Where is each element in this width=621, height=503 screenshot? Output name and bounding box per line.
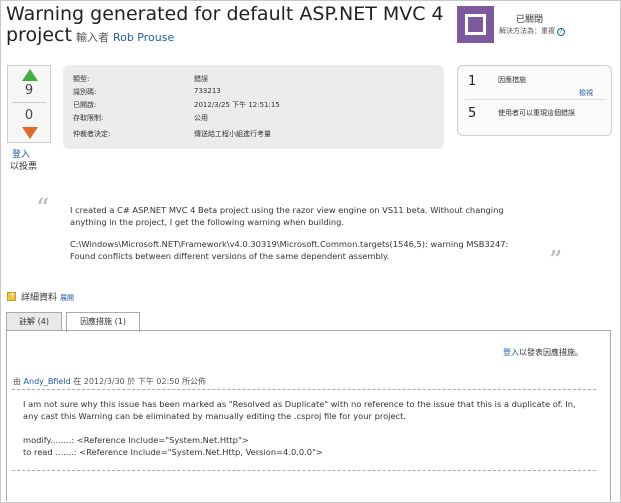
login-to-vote-suffix: 以投票: [10, 162, 38, 172]
description-line: Found conflicts between different versio…: [70, 251, 390, 261]
post-divider: [12, 389, 596, 390]
help-icon[interactable]: ?: [557, 28, 565, 36]
meta-prefix: 由: [13, 377, 21, 386]
vote-down-icon[interactable]: [22, 127, 38, 139]
status-label: 已關閉: [516, 15, 544, 25]
detail-label: 仲裁者決定:: [73, 130, 111, 138]
open-quote-icon: “: [36, 194, 50, 224]
detail-label: 已開啟:: [73, 101, 97, 109]
workaround-line: modify........: <Reference Include="Syst…: [23, 435, 249, 445]
detail-value: 傳送給工程小組進行考量: [194, 130, 271, 138]
vote-up-count: 9: [24, 83, 34, 98]
expand-link[interactable]: 展開: [60, 294, 74, 302]
description-line: anything in the project, I get the follo…: [70, 217, 345, 227]
page-title: Warning generated for default ASP.NET MV…: [6, 4, 446, 48]
post-workaround-prompt: 登入以發表因應措施。: [503, 347, 583, 358]
workarounds-summary: 1 因應措施 檢視 5 使用者可以重現這個錯誤: [457, 65, 612, 136]
workaround-line: I am not sure why this issue has been ma…: [23, 399, 576, 409]
post-end-divider: [12, 470, 596, 471]
tab-comments[interactable]: 註解 (4): [6, 312, 62, 331]
more-details-label: 詳細資料: [21, 293, 58, 303]
resolution-label: 解決方法為：重複: [499, 27, 555, 35]
post-workaround-suffix: 以發表因應措施。: [519, 348, 583, 357]
author-link[interactable]: Rob Prouse: [113, 31, 174, 44]
vote-up-icon[interactable]: [22, 69, 38, 81]
detail-row-moderator: 仲裁者決定: 傳送給工程小組進行考量: [73, 129, 271, 139]
tab-workarounds[interactable]: 因應措施 (1): [66, 312, 140, 332]
workaround-line: any cast this Warning can be eliminated …: [23, 411, 407, 421]
poster-link[interactable]: Andy_Bfield: [24, 377, 71, 386]
detail-value: 733213: [194, 87, 221, 95]
detail-label: 存取限制:: [73, 114, 104, 122]
detail-value: 錯誤: [194, 75, 208, 83]
resolution-text: 解決方法為：重複?: [499, 26, 565, 36]
workarounds-divider: [465, 99, 605, 100]
detail-value: 2012/3/25 下午 12:51:15: [194, 101, 280, 109]
post-meta: 由 Andy_Bfield 在 2012/3/30 於 下午 02:50 所公佈: [13, 376, 206, 387]
vote-panel: 9 0: [7, 65, 51, 143]
more-details-toggle[interactable]: 詳細資料展開: [7, 290, 74, 303]
workaround-count: 1: [468, 74, 477, 89]
login-link[interactable]: 登入: [503, 348, 519, 357]
issue-title: Warning generated for default ASP.NET MV…: [6, 3, 444, 46]
view-workarounds-link[interactable]: 檢視: [579, 88, 593, 98]
repro-label: 使用者可以重現這個錯誤: [498, 109, 575, 117]
detail-row-opened: 已開啟: 2012/3/25 下午 12:51:15: [73, 100, 280, 110]
close-quote-icon: ”: [549, 246, 563, 276]
issue-details-panel: 類型: 錯誤 識別碼: 733213 已開啟: 2012/3/25 下午 12:51:…: [63, 65, 444, 149]
vote-down-count: 0: [24, 108, 34, 123]
expand-plus-icon[interactable]: [7, 290, 16, 301]
workaround-label: 因應措施: [498, 76, 526, 84]
workaround-line: to read .......: <Reference Include="Sys…: [23, 447, 323, 457]
detail-value: 公用: [194, 114, 208, 122]
description-line: C:\Windows\Microsoft.NET\Framework\v4.0.…: [70, 239, 509, 249]
closed-status-icon: [457, 6, 494, 43]
detail-label: 類型:: [73, 75, 90, 83]
meta-suffix: 在 2012/3/30 於 下午 02:50 所公佈: [73, 377, 206, 386]
repro-count: 5: [468, 106, 477, 121]
detail-row-id: 識別碼: 733213: [73, 87, 221, 97]
detail-row-type: 類型: 錯誤: [73, 74, 208, 84]
vote-divider: [12, 102, 46, 103]
entered-by-label: 輸入者: [75, 31, 109, 44]
detail-label: 識別碼:: [73, 88, 97, 96]
detail-row-access: 存取限制: 公用: [73, 113, 208, 123]
description-line: I created a C# ASP.NET MVC 4 Beta projec…: [70, 205, 504, 215]
